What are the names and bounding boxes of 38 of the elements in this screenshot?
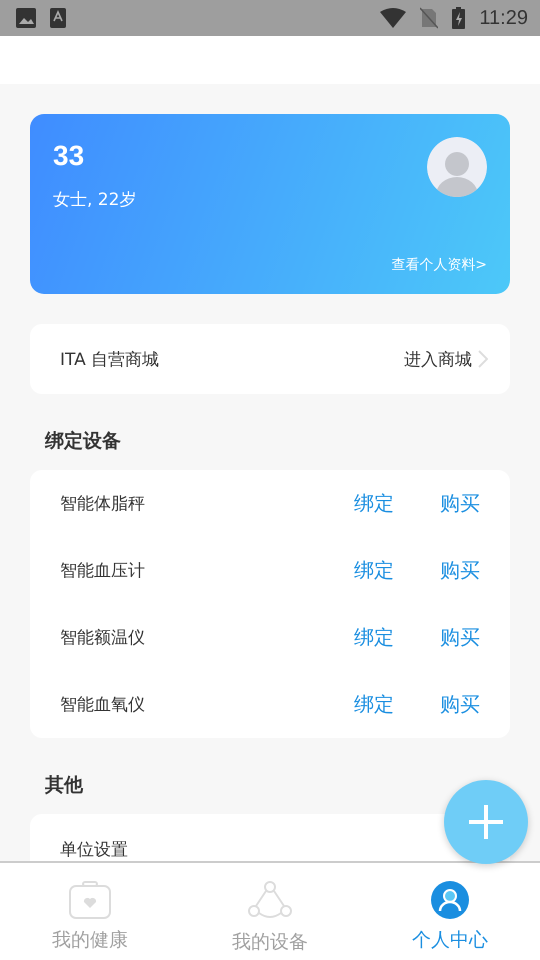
view-profile-link[interactable]: 查看个人资料>	[391, 256, 487, 274]
plus-icon	[467, 803, 505, 841]
buy-link[interactable]: 购买	[440, 557, 480, 584]
nav-tab[interactable]: 我的设备	[180, 863, 360, 960]
nav-tab[interactable]: 我的健康	[0, 863, 180, 960]
profile-card[interactable]: 33 女士, 22岁 查看个人资料>	[30, 114, 510, 294]
avatar-icon[interactable]	[427, 137, 487, 197]
user-name: 33	[53, 140, 84, 172]
device-name: 智能额温仪	[60, 627, 145, 649]
bind-link[interactable]: 绑定	[354, 557, 394, 584]
section-title: 绑定设备	[45, 429, 122, 452]
user-icon	[431, 881, 469, 919]
store-label: ITA 自营商城	[60, 348, 160, 370]
bind-link[interactable]: 绑定	[354, 691, 394, 718]
medical-kit-icon	[69, 881, 111, 919]
store-row[interactable]: ITA 自营商城 进入商城	[30, 324, 510, 394]
bind-link[interactable]: 绑定	[354, 490, 394, 517]
buy-link[interactable]: 购买	[440, 691, 480, 718]
buy-link[interactable]: 购买	[440, 624, 480, 651]
image-icon	[16, 8, 36, 28]
nav-tab[interactable]: 个人中心	[360, 863, 540, 960]
settings-item[interactable]: 单位设置	[60, 838, 128, 860]
wifi-icon	[380, 8, 406, 28]
network-nodes-icon	[248, 881, 292, 921]
device-name: 智能血压计	[60, 560, 145, 582]
battery-charging-icon	[452, 7, 466, 29]
keyboard-a-icon	[50, 8, 66, 28]
buy-link[interactable]: 购买	[440, 490, 480, 517]
user-info: 女士, 22岁	[53, 189, 136, 211]
chevron-right-icon	[478, 350, 488, 368]
bind-link[interactable]: 绑定	[354, 624, 394, 651]
status-time: 11:29	[479, 6, 528, 30]
device-name: 智能血氧仪	[60, 694, 145, 716]
add-button[interactable]	[444, 780, 528, 864]
no-sim-icon	[420, 7, 438, 29]
enter-store-link[interactable]: 进入商城	[404, 348, 472, 370]
section-title: 其他	[45, 773, 84, 796]
device-name: 智能体脂秤	[60, 493, 145, 515]
